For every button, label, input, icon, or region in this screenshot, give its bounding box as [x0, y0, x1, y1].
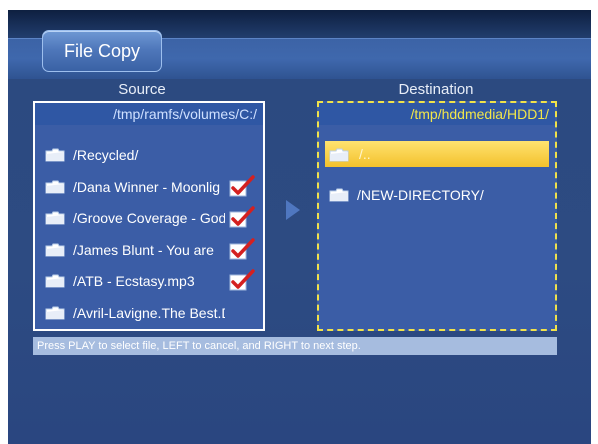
folder-icon: [45, 243, 65, 256]
folder-icon: [45, 180, 65, 193]
checkmark-icon[interactable]: [229, 237, 255, 260]
destination-panel: /tmp/hddmedia/HDD1/ /.. /NEW-DIRECTORY/: [317, 101, 557, 331]
source-row-label: /James Blunt - You are: [73, 241, 214, 258]
source-header: Source: [118, 81, 166, 98]
destination-row-label: /..: [359, 146, 371, 162]
destination-row-selected[interactable]: /..: [325, 141, 549, 167]
folder-icon: [45, 148, 65, 162]
folder-icon: [329, 148, 349, 162]
folder-icon: [45, 274, 65, 288]
folder-icon: [45, 306, 65, 319]
source-row-label: /Dana Winner - Moonlig: [73, 178, 221, 195]
checkmark-icon[interactable]: [229, 206, 255, 228]
title-tab: File Copy: [42, 30, 162, 72]
destination-path: /tmp/hddmedia/HDD1/: [319, 103, 555, 125]
checkmark-icon[interactable]: [229, 269, 255, 291]
screen: File Copy Source Destination /tmp/ramfs/…: [8, 10, 591, 444]
destination-header: Destination: [398, 81, 474, 98]
page-title: File Copy: [63, 41, 141, 61]
source-row-label: /ATB - Ecstasy.mp3: [73, 273, 195, 289]
hint-bar: Press PLAY to select file, LEFT to cance…: [33, 337, 557, 355]
destination-row-label: /NEW-DIRECTORY/: [357, 187, 484, 203]
source-row-label: /Avril-Lavigne.The Best.D: [73, 304, 225, 321]
folder-icon: [329, 188, 349, 202]
source-path: /tmp/ramfs/volumes/C:/: [35, 103, 263, 125]
right-arrow-icon: [286, 200, 300, 220]
source-row-label: /Groove Coverage - God: [73, 210, 225, 226]
folder-icon: [45, 211, 65, 225]
source-row-label: /Recycled/: [73, 147, 139, 163]
source-panel: /tmp/ramfs/volumes/C:/ /Recycled/ /Dana W…: [33, 101, 265, 331]
checkmark-icon[interactable]: [229, 174, 255, 197]
